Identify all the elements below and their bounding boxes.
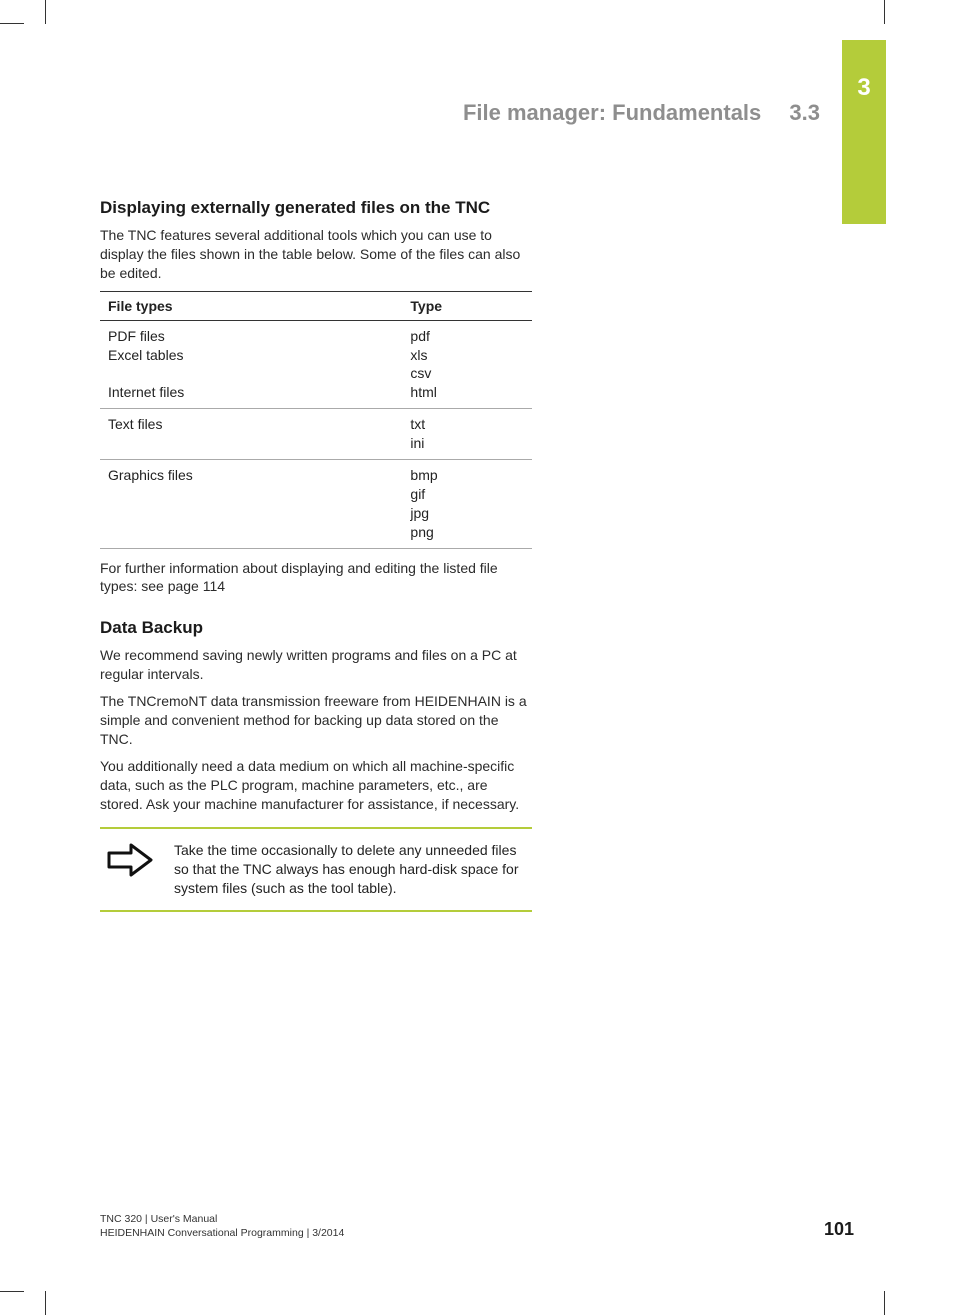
callout-note: Take the time occasionally to delete any… — [100, 827, 532, 912]
body-paragraph: You additionally need a data medium on w… — [100, 757, 532, 814]
body-paragraph: We recommend saving newly written progra… — [100, 646, 532, 684]
file-type-name: PDF filesExcel tablesInternet files — [100, 320, 402, 409]
running-header: File manager: Fundamentals 3.3 — [463, 100, 820, 126]
crop-mark — [0, 23, 24, 24]
body-paragraph: The TNCremoNT data transmission freeware… — [100, 692, 532, 749]
file-type-name: Text files — [100, 409, 402, 460]
file-type-ext: pdfxlscsvhtml — [402, 320, 532, 409]
content-area: Displaying externally generated files on… — [100, 198, 532, 912]
crop-mark — [884, 0, 885, 24]
chapter-number: 3 — [842, 74, 886, 102]
file-types-table: File types Type PDF filesExcel tablesInt… — [100, 291, 532, 549]
header-section: 3.3 — [789, 100, 820, 125]
crop-mark — [45, 1291, 46, 1315]
table-header: Type — [402, 291, 532, 320]
section-data-backup: Data Backup We recommend saving newly wr… — [100, 618, 532, 912]
page: 3 File manager: Fundamentals 3.3 Display… — [0, 0, 954, 1315]
file-type-ext: txtini — [402, 409, 532, 460]
header-title: File manager: Fundamentals — [463, 100, 761, 125]
crop-mark — [0, 1291, 24, 1292]
section-heading: Displaying externally generated files on… — [100, 198, 532, 218]
table-row: Graphics files bmpgifjpgpng — [100, 460, 532, 549]
table-footnote: For further information about displaying… — [100, 559, 532, 597]
page-number: 101 — [824, 1219, 854, 1240]
note-arrow-icon — [104, 841, 156, 877]
crop-mark — [884, 1291, 885, 1315]
callout-text: Take the time occasionally to delete any… — [174, 841, 524, 898]
table-row: PDF filesExcel tablesInternet files pdfx… — [100, 320, 532, 409]
table-header: File types — [100, 291, 402, 320]
chapter-tab: 3 — [842, 40, 886, 224]
section-heading: Data Backup — [100, 618, 532, 638]
section-intro: The TNC features several additional tool… — [100, 226, 532, 283]
page-footer: TNC 320 | User's Manual HEIDENHAIN Conve… — [100, 1212, 854, 1240]
crop-mark — [45, 0, 46, 24]
file-type-name: Graphics files — [100, 460, 402, 549]
footer-line: HEIDENHAIN Conversational Programming | … — [100, 1226, 344, 1240]
table-row: Text files txtini — [100, 409, 532, 460]
file-type-ext: bmpgifjpgpng — [402, 460, 532, 549]
footer-meta: TNC 320 | User's Manual HEIDENHAIN Conve… — [100, 1212, 344, 1240]
footer-line: TNC 320 | User's Manual — [100, 1212, 344, 1226]
